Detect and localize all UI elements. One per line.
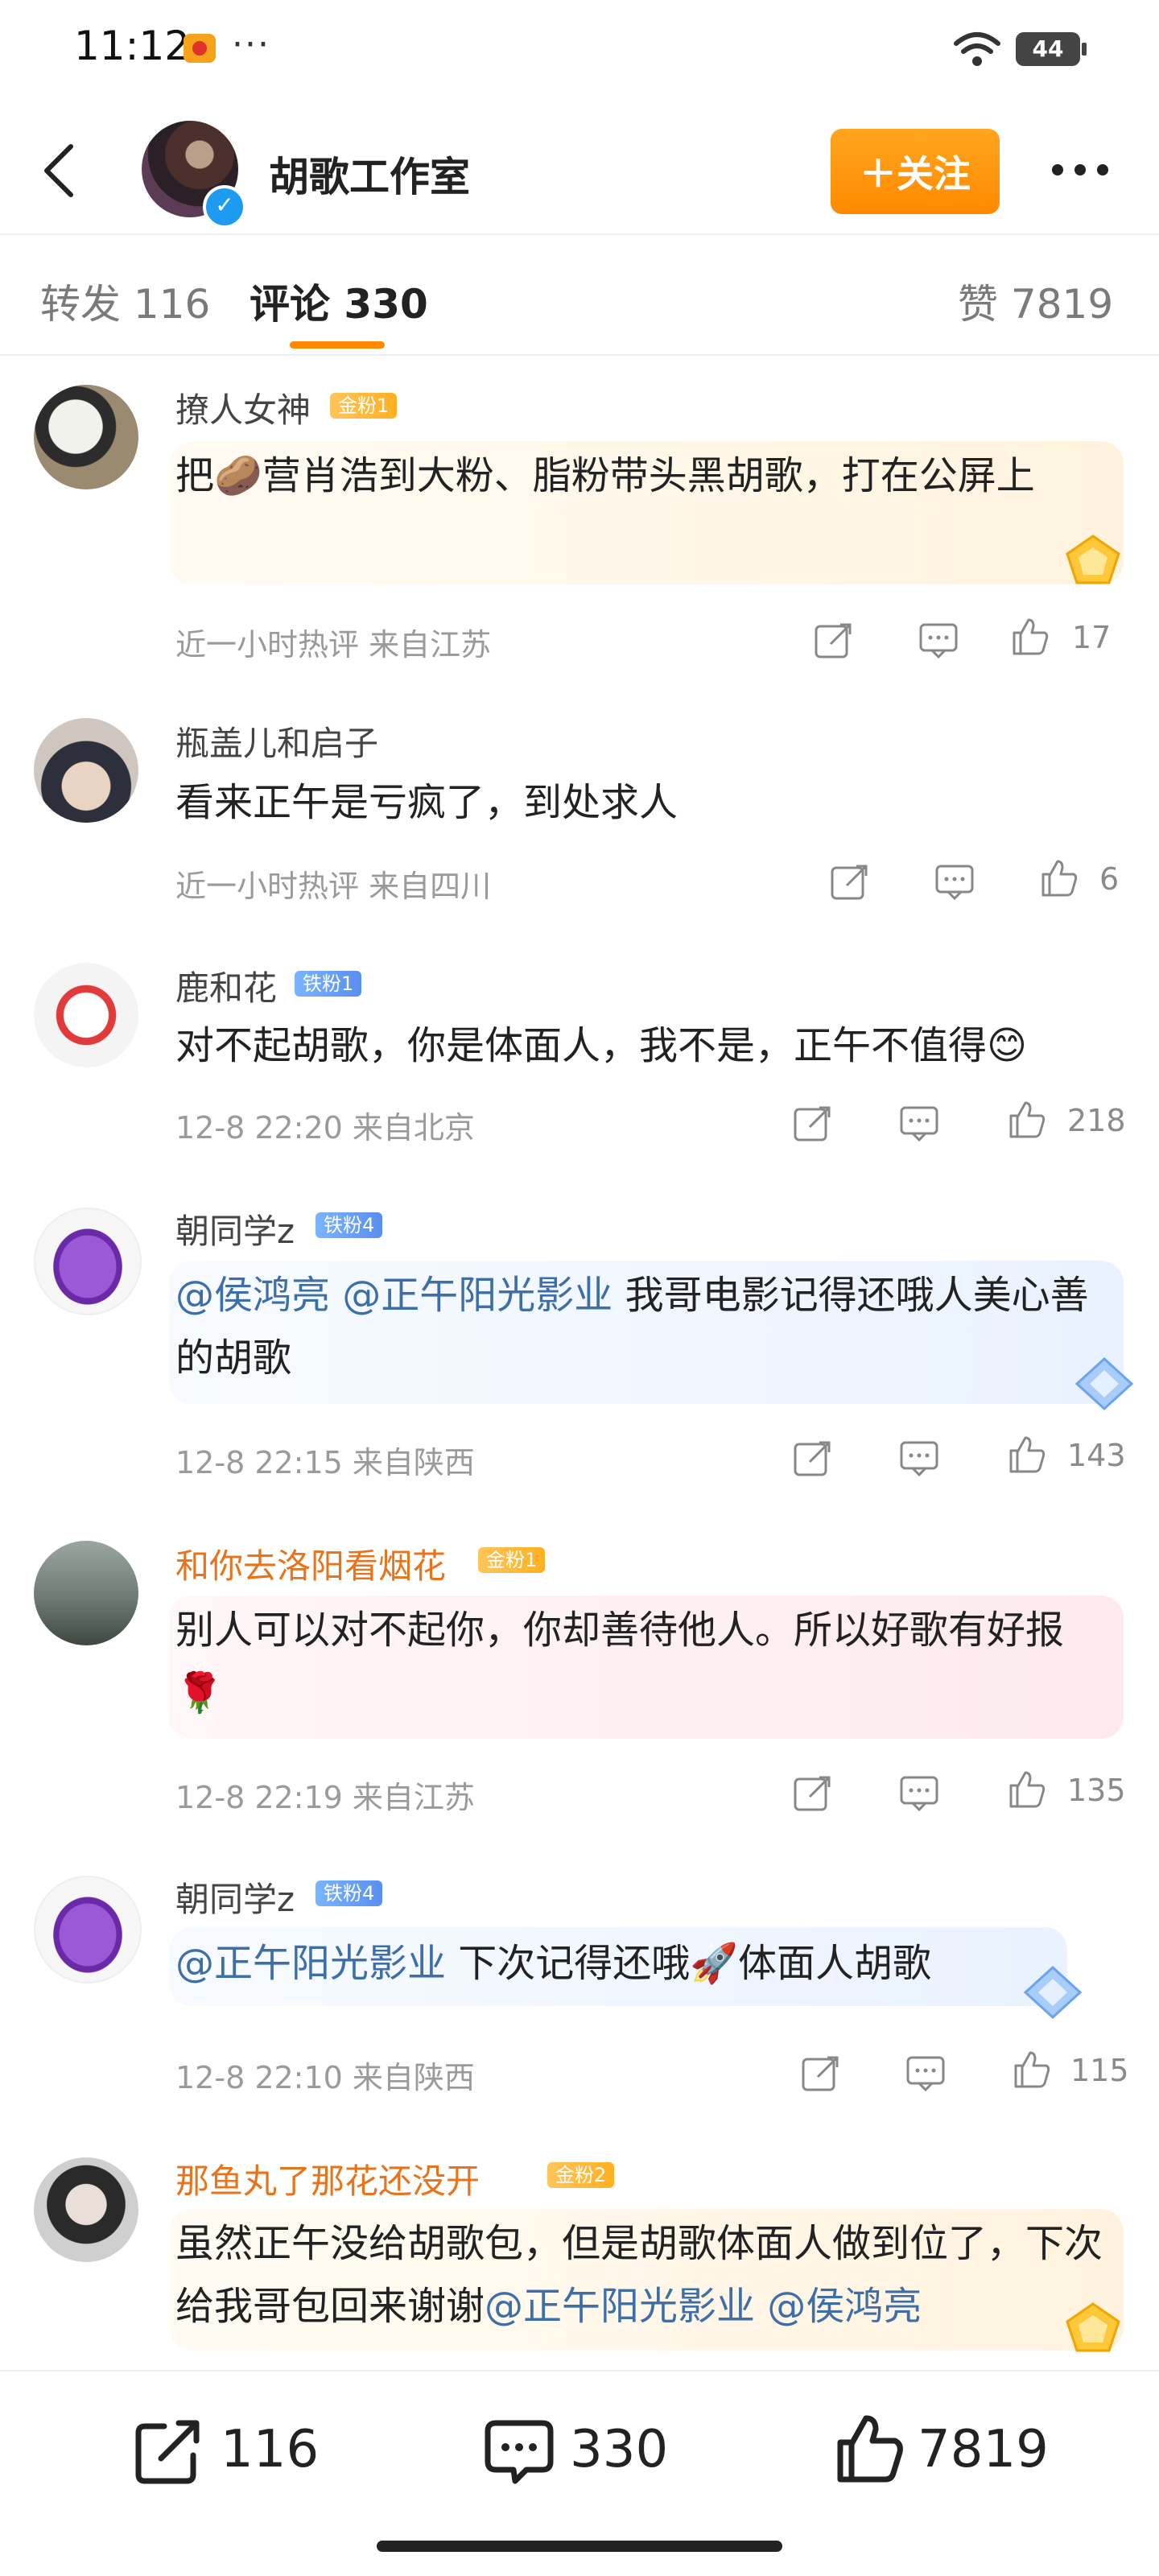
like-count: 135 [1067,1773,1126,1808]
tab-comments[interactable]: 评论 330 [250,272,428,330]
mention-link[interactable]: @正午阳光影业 [175,1941,446,1986]
like-icon[interactable] [1006,1768,1048,1810]
commenter-avatar[interactable] [34,718,138,823]
repost-count[interactable]: 116 [221,2420,319,2479]
status-time: 11:12 [74,23,191,69]
fan-badge: 金粉1 [478,1547,546,1573]
header-divider [0,233,1159,235]
like-count: 6 [1099,861,1120,897]
like-icon[interactable] [1006,1433,1048,1475]
comment-text: 把🥔营肖浩到大粉、脂粉带头黑胡歌，打在公屏上 [175,453,1035,498]
mention-link[interactable]: @侯鸿亮 [767,2284,922,2329]
fan-badge: 金粉1 [330,393,398,419]
comment-count[interactable]: 330 [570,2420,668,2479]
share-icon[interactable] [792,1438,834,1480]
commenter-name[interactable]: 朝同学z [175,1204,295,1253]
comment-meta: 12-8 22:20 来自北京 [175,1110,475,1146]
share-icon[interactable] [792,1773,834,1814]
crown-decoration-icon [1066,535,1120,584]
commenter-avatar[interactable] [34,385,138,489]
like-icon[interactable] [1006,1098,1048,1140]
commenter-name[interactable]: 那鱼丸了那花还没开 [175,2154,480,2203]
like-count: 115 [1070,2053,1129,2088]
reply-icon[interactable] [898,1103,940,1145]
comment-text: 看来正午是亏疯了，到处求人 [175,780,678,825]
like-count-total[interactable]: 7819 [918,2420,1049,2479]
page-title[interactable]: 胡歌工作室 [269,145,470,203]
like-icon[interactable] [1011,2048,1053,2090]
comment-text: @正午阳光影业 下次记得还哦🚀体面人胡歌 [175,1932,1109,1995]
battery-icon: 44 [1016,32,1087,66]
weibo-notification-icon [184,34,216,63]
tab-active-indicator [290,341,385,349]
like-icon[interactable] [1009,615,1051,657]
commenter-name[interactable]: 朝同学z [175,1872,295,1922]
follow-button[interactable]: ＋关注 [831,129,1000,214]
comment-meta: 近一小时热评 来自江苏 [175,627,492,663]
like-count: 17 [1072,620,1112,655]
commenter-avatar[interactable] [34,1541,138,1645]
share-icon[interactable] [800,2053,842,2095]
diamond-decoration-icon [1074,1356,1134,1411]
comment-meta: 12-8 22:19 来自江苏 [175,1780,475,1815]
crown-decoration-icon [1066,2302,1120,2352]
comment-meta: 12-8 22:15 来自陕西 [175,1445,475,1480]
share-icon[interactable] [792,1103,834,1145]
diamond-decoration-icon [1023,1965,1083,2020]
reply-icon[interactable] [905,2053,947,2095]
comment-meta: 12-8 22:10 来自陕西 [175,2060,475,2095]
comment-text: @侯鸿亮 @正午阳光影业 我哥电影记得还哦人美心善的胡歌 [175,1264,1109,1389]
fan-badge: 铁粉4 [316,1212,383,1238]
commenter-avatar[interactable] [34,2157,138,2262]
back-icon[interactable] [35,142,84,200]
fan-badge: 铁粉4 [316,1880,383,1906]
mention-link[interactable]: @正午阳光影业 [342,1273,612,1318]
like-icon[interactable] [1038,857,1080,898]
comment-text: 虽然正午没给胡歌包，但是胡歌体面人做到位了，下次给我哥包回来谢谢@正午阳光影业 … [175,2212,1109,2338]
reply-icon[interactable] [898,1438,940,1480]
comment-meta: 近一小时热评 来自四川 [175,869,492,904]
status-more-dots: ··· [232,24,270,65]
like-icon[interactable] [834,2412,906,2484]
fan-badge: 金粉2 [547,2162,615,2188]
comment-icon[interactable] [483,2415,555,2487]
share-icon[interactable] [829,861,871,903]
tab-reposts[interactable]: 转发 116 [40,272,210,330]
reply-icon[interactable] [934,861,975,903]
like-count: 143 [1067,1438,1126,1473]
comment-text: 别人可以对不起你，你却善待他人。所以好歌有好报🌹 [175,1608,1065,1715]
commenter-avatar[interactable] [34,963,138,1067]
tab-likes[interactable]: 赞 7819 [958,272,1113,330]
mention-link[interactable]: @侯鸿亮 [175,1273,330,1318]
commenter-avatar[interactable] [34,1876,142,1984]
commenter-name[interactable]: 撩人女神 [175,383,311,432]
bottom-divider [0,2370,1159,2372]
wifi-icon [954,32,1000,66]
commenter-name[interactable]: 和你去洛阳看烟花 [175,1539,446,1588]
mention-link[interactable]: @正午阳光影业 [485,2284,755,2329]
commenter-name[interactable]: 鹿和花 [175,961,277,1010]
reply-icon[interactable] [918,620,959,662]
fan-badge: 铁粉1 [295,971,362,997]
comment-text: 对不起胡歌，你是体面人，我不是，正午不值得😊 [175,1023,1028,1068]
reply-icon[interactable] [898,1773,940,1814]
verified-icon [203,185,246,229]
more-icon[interactable] [1048,158,1112,182]
like-count: 218 [1067,1103,1126,1138]
commenter-name[interactable]: 瓶盖儿和启子 [175,716,378,766]
repost-icon[interactable] [132,2415,204,2487]
comment-text-body: 下次记得还哦🚀体面人胡歌 [458,1941,932,1986]
commenter-avatar[interactable] [34,1208,142,1315]
tabs-divider [0,354,1159,356]
home-indicator [377,2541,782,2552]
share-icon[interactable] [813,620,855,662]
